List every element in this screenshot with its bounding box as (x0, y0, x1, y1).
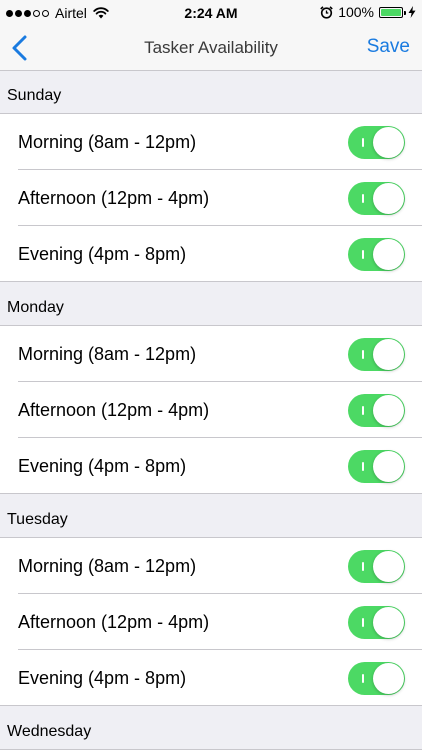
section-header-tuesday: Tuesday (0, 494, 422, 538)
availability-toggle[interactable] (348, 182, 405, 215)
toggle-knob (373, 127, 404, 158)
toggle-on-indicator (362, 562, 364, 571)
toggle-knob (373, 451, 404, 482)
page-title: Tasker Availability (144, 38, 278, 57)
toggle-on-indicator (362, 250, 364, 259)
availability-toggle[interactable] (348, 662, 405, 695)
battery-tip (404, 10, 406, 15)
availability-toggle[interactable] (348, 394, 405, 427)
toggle-on-indicator (362, 406, 364, 415)
time-slot-row: Evening (4pm - 8pm) (0, 226, 422, 282)
toggle-on-indicator (362, 618, 364, 627)
section-group-monday: Morning (8am - 12pm) Afternoon (12pm - 4p… (0, 326, 422, 494)
section-header-wednesday: Wednesday (0, 706, 422, 750)
time-slot-row: Afternoon (12pm - 4pm) (0, 594, 422, 650)
status-bar: Airtel 2:24 AM 100% (0, 0, 422, 26)
battery-percent: 100% (338, 4, 374, 20)
availability-toggle[interactable] (348, 606, 405, 639)
charging-bolt-icon (408, 6, 416, 18)
availability-toggle[interactable] (348, 450, 405, 483)
save-button[interactable]: Save (367, 36, 410, 58)
time-slot-row: Morning (8am - 12pm) (0, 326, 422, 382)
availability-list: Sunday Morning (8am - 12pm) Afternoon (12p… (0, 71, 422, 750)
toggle-knob (373, 339, 404, 370)
toggle-knob (373, 607, 404, 638)
toggle-on-indicator (362, 462, 364, 471)
section-group-sunday: Morning (8am - 12pm) Afternoon (12pm - 4p… (0, 114, 422, 282)
time-slot-row: Morning (8am - 12pm) (0, 538, 422, 594)
toggle-on-indicator (362, 194, 364, 203)
toggle-on-indicator (362, 138, 364, 147)
toggle-knob (373, 239, 404, 270)
time-slot-row: Morning (8am - 12pm) (0, 114, 422, 170)
time-slot-row: Afternoon (12pm - 4pm) (0, 382, 422, 438)
status-right: 100% (320, 4, 416, 20)
toggle-knob (373, 183, 404, 214)
time-slot-row: Afternoon (12pm - 4pm) (0, 170, 422, 226)
section-header-monday: Monday (0, 282, 422, 326)
section-header-sunday: Sunday (0, 71, 422, 114)
section-group-tuesday: Morning (8am - 12pm) Afternoon (12pm - 4p… (0, 538, 422, 706)
toggle-on-indicator (362, 350, 364, 359)
toggle-on-indicator (362, 674, 364, 683)
battery-fill (381, 8, 401, 16)
availability-toggle[interactable] (348, 238, 405, 271)
toggle-knob (373, 551, 404, 582)
alarm-clock-icon (320, 5, 333, 19)
battery-icon (379, 6, 406, 18)
availability-toggle[interactable] (348, 338, 405, 371)
time-slot-row: Evening (4pm - 8pm) (0, 438, 422, 494)
availability-toggle[interactable] (348, 126, 405, 159)
availability-toggle[interactable] (348, 550, 405, 583)
toggle-knob (373, 663, 404, 694)
navigation-bar: Tasker Availability Save (0, 26, 422, 71)
toggle-knob (373, 395, 404, 426)
time-slot-row: Evening (4pm - 8pm) (0, 650, 422, 706)
